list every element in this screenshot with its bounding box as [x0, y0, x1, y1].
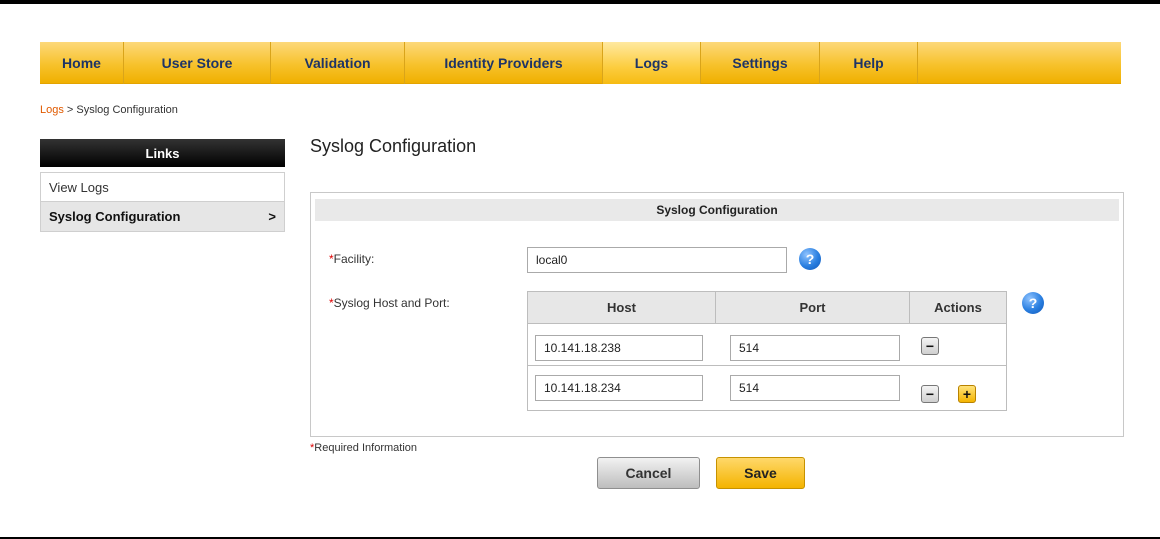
column-header-host: Host: [528, 292, 716, 324]
remove-row-button[interactable]: −: [921, 385, 939, 403]
breadcrumb: Logs > Syslog Configuration: [40, 104, 178, 116]
required-information-note: *Required Information: [310, 442, 417, 454]
sidebar: Links View Logs Syslog Configuration >: [40, 139, 285, 232]
panel-header: Syslog Configuration: [315, 199, 1119, 221]
nav-settings[interactable]: Settings: [701, 42, 820, 84]
help-icon[interactable]: ?: [1022, 292, 1044, 314]
cancel-button[interactable]: Cancel: [597, 457, 700, 489]
sidebar-item-label: Syslog Configuration: [49, 209, 181, 224]
add-row-button[interactable]: +: [958, 385, 976, 403]
host-input[interactable]: [535, 375, 703, 401]
nav-validation[interactable]: Validation: [271, 42, 405, 84]
breadcrumb-separator: >: [63, 104, 77, 116]
column-header-port: Port: [716, 292, 910, 324]
sidebar-title: Links: [40, 139, 285, 167]
port-input[interactable]: [730, 375, 900, 401]
sidebar-item-view-logs[interactable]: View Logs: [40, 172, 285, 202]
port-input[interactable]: [730, 335, 900, 361]
required-information-text: Required Information: [314, 442, 418, 454]
nav-logs[interactable]: Logs: [603, 42, 701, 84]
chevron-right-icon: >: [268, 209, 276, 224]
remove-row-button[interactable]: −: [921, 337, 939, 355]
breadcrumb-logs-link[interactable]: Logs: [40, 104, 64, 116]
syslog-host-port-label: *Syslog Host and Port:: [329, 296, 450, 310]
nav-identity-providers[interactable]: Identity Providers: [405, 42, 603, 84]
sidebar-item-label: View Logs: [49, 179, 109, 195]
facility-input[interactable]: [527, 247, 787, 273]
breadcrumb-current: Syslog Configuration: [76, 104, 178, 116]
nav-home[interactable]: Home: [40, 42, 124, 84]
help-icon[interactable]: ?: [799, 248, 821, 270]
main-nav: Home User Store Validation Identity Prov…: [40, 42, 1121, 84]
facility-label: *Facility:: [329, 252, 374, 266]
nav-user-store[interactable]: User Store: [124, 42, 271, 84]
top-rule: [0, 0, 1160, 4]
host-input[interactable]: [535, 335, 703, 361]
page-title: Syslog Configuration: [310, 136, 477, 156]
nav-help[interactable]: Help: [820, 42, 918, 84]
syslog-host-port-label-text: Syslog Host and Port:: [333, 296, 450, 310]
save-button[interactable]: Save: [716, 457, 805, 489]
sidebar-item-syslog-configuration[interactable]: Syslog Configuration >: [40, 202, 285, 232]
facility-label-text: Facility:: [333, 252, 375, 266]
row-divider: [528, 365, 1006, 366]
column-header-actions: Actions: [910, 292, 1006, 324]
